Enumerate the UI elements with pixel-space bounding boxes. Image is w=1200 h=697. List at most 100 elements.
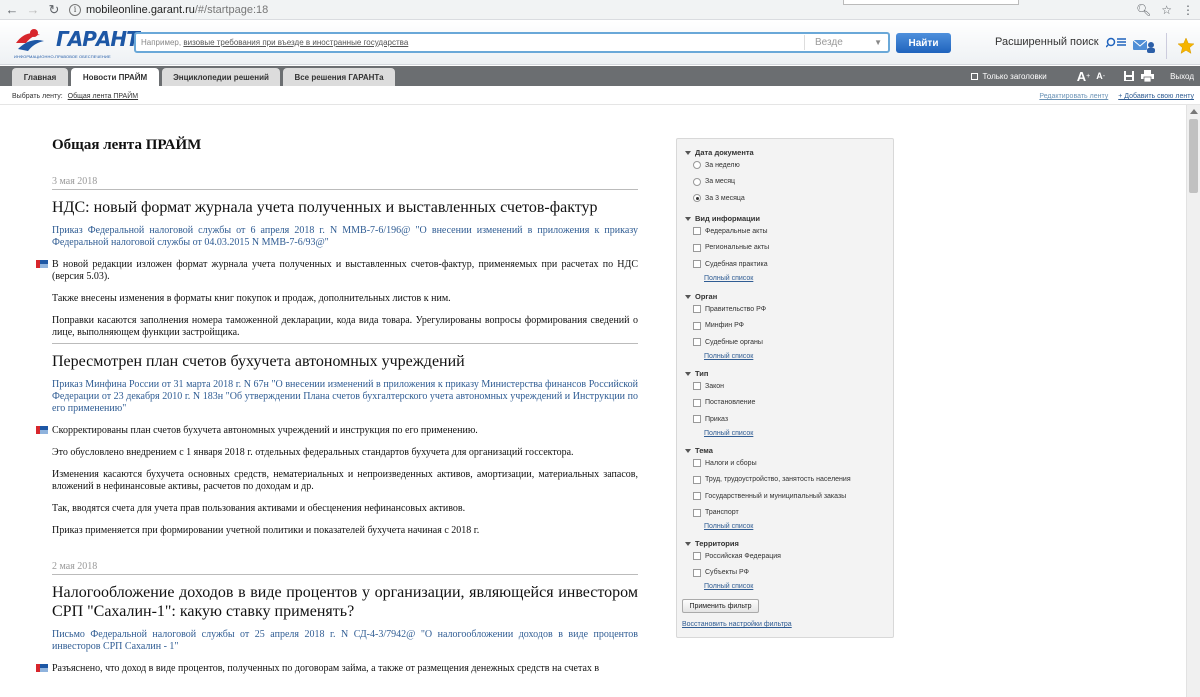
filter-option[interactable]: Российская Федерация [685,548,781,565]
font-increase-button[interactable]: A [1077,69,1086,84]
filter-group-title: Тема [695,446,713,455]
radio-button-selected[interactable] [693,194,701,203]
full-list-link[interactable]: Полный список [685,351,766,362]
article-title[interactable]: Налогообложение доходов в виде процентов… [52,583,638,621]
filter-group-header[interactable]: Дата документа [685,148,754,157]
font-increase-plus: + [1086,72,1091,80]
scrollbar-thumb[interactable] [1189,119,1198,193]
filter-group-header[interactable]: Территория [685,539,781,548]
filter-option[interactable]: Труд, трудоустройство, занятость населен… [685,472,851,489]
garant-logo[interactable]: ГАРАНТ ИНФОРМАЦИОННО-ПРАВОВОЕ ОБЕСПЕЧЕНИ… [14,25,140,59]
filter-option[interactable]: Минфин РФ [685,318,766,335]
checkbox[interactable] [693,398,701,407]
full-list-link[interactable]: Полный список [685,581,781,592]
headings-only-toggle[interactable]: Только заголовки [970,72,1047,81]
filter-group-header[interactable]: Орган [685,292,766,301]
filter-option[interactable]: Федеральные акты [685,223,769,240]
checkbox[interactable] [693,552,701,561]
edit-feed-link[interactable]: Редактировать ленту [1039,93,1108,100]
filter-option[interactable]: Субъекты РФ [685,565,781,582]
filter-option[interactable]: Судебные органы [685,334,766,351]
add-feed-link[interactable]: + Добавить свою ленту [1118,93,1194,100]
checkbox[interactable] [693,382,701,391]
checkbox[interactable] [693,305,701,314]
tab-all-solutions[interactable]: Все решения ГАРАНТа [283,68,395,86]
checkbox[interactable] [693,260,701,269]
tab-home[interactable]: Главная [12,68,68,86]
tab-news-prime[interactable]: Новости ПРАЙМ [71,68,159,86]
search-hint: Например, визовые требования при въезде … [141,38,408,47]
article-title[interactable]: НДС: новый формат журнала учета полученн… [52,198,638,217]
filter-group-header[interactable]: Тема [685,446,851,455]
full-list-link[interactable]: Полный список [685,521,851,532]
scroll-up-arrow-icon[interactable] [1190,109,1198,114]
checkbox[interactable] [693,243,701,252]
search-scope-select[interactable]: Везде ▼ [804,35,886,50]
favorites-star-icon[interactable] [1177,37,1195,55]
page-scrollbar[interactable] [1186,105,1200,697]
radio-button[interactable] [693,161,701,170]
filter-option[interactable]: Налоги и сборы [685,455,851,472]
option-label: Субъекты РФ [705,569,749,577]
full-list-link[interactable]: Полный список [685,273,769,284]
checkbox[interactable] [693,415,701,424]
print-icon[interactable] [1141,70,1155,82]
article-source-link[interactable]: Приказ Федеральной налоговой службы от 6… [52,225,638,249]
save-icon[interactable] [1123,70,1135,82]
tab-encyclopedias[interactable]: Энциклопедии решений [162,68,280,86]
checkbox[interactable] [693,227,701,236]
filter-option[interactable]: Закон [685,378,755,395]
reload-icon[interactable]: ↻ [45,1,63,19]
browser-toolbar: ← → ↻ i mobileonline.garant.ru/#/startpa… [0,0,1200,20]
checkbox[interactable] [693,459,701,468]
filter-option[interactable]: Приказ [685,411,755,428]
header-separator [1166,33,1167,59]
radio-button[interactable] [693,177,701,186]
full-list-link[interactable]: Полный список [685,428,755,439]
advanced-search-link[interactable]: Расширенный поиск [995,36,1126,48]
search-box[interactable]: Например, визовые требования при въезде … [134,32,890,53]
news-article: Налогообложение доходов в виде процентов… [36,583,638,675]
option-label: Приказ [705,415,729,423]
filter-option[interactable]: Государственный и муниципальный заказы [685,488,851,505]
article-title[interactable]: Пересмотрен план счетов бухучета автоном… [52,352,638,371]
checkbox[interactable] [693,508,701,517]
option-label: Российская Федерация [705,552,781,560]
back-icon[interactable]: ← [3,1,21,19]
logout-button[interactable]: Выход [1170,72,1194,81]
filter-panel: Дата документа За неделю За месяц За 3 м… [676,138,894,638]
filter-option-month[interactable]: За месяц [685,174,754,191]
bookmark-star-icon[interactable]: ☆ [1161,3,1172,17]
checkbox[interactable] [693,475,701,484]
filter-option-week[interactable]: За неделю [685,157,754,174]
option-label: Региональные акты [705,244,770,252]
find-button[interactable]: Найти [896,33,951,53]
forward-icon[interactable]: → [24,1,42,19]
filter-option-3months[interactable]: За 3 месяца [685,190,754,207]
checkbox[interactable] [693,338,701,347]
filter-group-header[interactable]: Вид информации [685,214,769,223]
option-label: За неделю [705,161,740,169]
current-feed-link[interactable]: Общая лента ПРАЙМ [68,93,138,100]
search-hint-example[interactable]: визовые требования при въезде в иностран… [183,38,408,47]
filter-group-title: Орган [695,292,718,301]
checkbox[interactable] [693,321,701,330]
filter-option[interactable]: Постановление [685,395,755,412]
filter-group-header[interactable]: Тип [685,369,755,378]
reset-filter-link[interactable]: Восстановить настройки фильтра [682,621,792,628]
filter-option[interactable]: Правительство РФ [685,301,766,318]
filter-option[interactable]: Транспорт [685,505,851,522]
article-source-link[interactable]: Приказ Минфина России от 31 марта 2018 г… [52,379,638,415]
checkbox[interactable] [693,568,701,577]
zoom-icon[interactable]: 🔍︎ [1136,3,1151,17]
filter-option[interactable]: Судебная практика [685,256,769,273]
mail-contacts-icon[interactable] [1132,38,1156,54]
feed-selection-bar: Выбрать ленту: Общая лента ПРАЙМ Редакти… [0,87,1200,105]
menu-icon[interactable]: ⋮ [1182,3,1194,17]
filter-option[interactable]: Региональные акты [685,240,769,257]
search-scope-value: Везде [815,37,843,48]
checkbox[interactable] [693,492,701,501]
article-source-link[interactable]: Письмо Федеральной налоговой службы от 2… [52,629,638,653]
apply-filter-button[interactable]: Применить фильтр [682,599,759,613]
info-icon[interactable]: i [69,3,81,16]
